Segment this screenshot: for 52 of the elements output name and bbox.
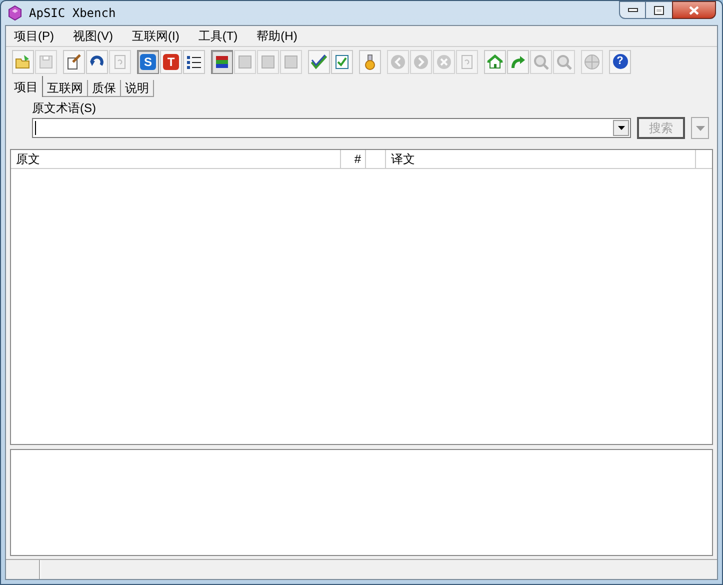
close-icon: [689, 6, 699, 14]
field-label: 原文术语(S): [32, 100, 97, 115]
checklist-icon: [334, 54, 350, 70]
toolbar-button[interactable]: T: [160, 50, 182, 74]
curved-arrow-icon: [510, 54, 526, 70]
pin-icon: [362, 54, 378, 70]
app-logo-icon: [7, 5, 23, 21]
square-icon: [237, 54, 253, 70]
checkmark-icon: [311, 54, 327, 70]
toolbar-button[interactable]: [183, 50, 205, 74]
column-header[interactable]: 译文: [386, 150, 696, 168]
globe-icon: [584, 54, 600, 70]
menu-item[interactable]: 视图(V): [69, 27, 117, 45]
maximize-button[interactable]: [646, 1, 672, 19]
minimize-button[interactable]: [619, 1, 646, 19]
page-icon: [459, 54, 475, 70]
magnifier-icon: [533, 54, 549, 70]
minimize-icon: [628, 8, 638, 12]
floppy-icon: [38, 54, 54, 70]
help-icon: ?: [612, 54, 628, 69]
column-header[interactable]: #: [341, 150, 366, 168]
square-icon: [260, 54, 276, 70]
list-icon: [186, 54, 202, 70]
caret-icon: [618, 126, 624, 130]
column-header[interactable]: 原文: [11, 150, 341, 168]
tab[interactable]: 说明: [121, 80, 154, 97]
page-icon: [112, 54, 128, 70]
toolbar-button[interactable]: [308, 50, 330, 74]
toolbar-button[interactable]: [211, 50, 233, 74]
dropdown-button[interactable]: [613, 120, 629, 136]
toolbar-button[interactable]: ?: [609, 50, 631, 74]
menu-item[interactable]: 项目(P): [10, 27, 58, 45]
stop-icon: [436, 54, 452, 70]
document-pencil-icon: [66, 54, 82, 70]
toolbar-button[interactable]: [63, 50, 85, 74]
menu-item[interactable]: 工具(T): [194, 27, 242, 45]
toolbar-button[interactable]: [86, 50, 108, 74]
toolbar-button[interactable]: S: [137, 50, 159, 74]
tab[interactable]: 互联网: [43, 80, 88, 97]
caret-icon: [696, 126, 704, 130]
maximize-icon: [654, 6, 664, 14]
menu-item[interactable]: 互联网(I): [128, 27, 184, 45]
menu-item[interactable]: 帮助(H): [252, 27, 302, 45]
folder-icon: [15, 54, 31, 70]
search-field[interactable]: [32, 118, 631, 138]
square-icon: [283, 54, 299, 70]
house-icon: [487, 54, 503, 70]
color-bars-icon: [214, 54, 230, 70]
window-title: ApSIC Xbench: [29, 5, 116, 22]
close-button[interactable]: [672, 1, 716, 19]
tab[interactable]: 质保: [88, 80, 121, 97]
magnifier-icon: [556, 54, 572, 70]
